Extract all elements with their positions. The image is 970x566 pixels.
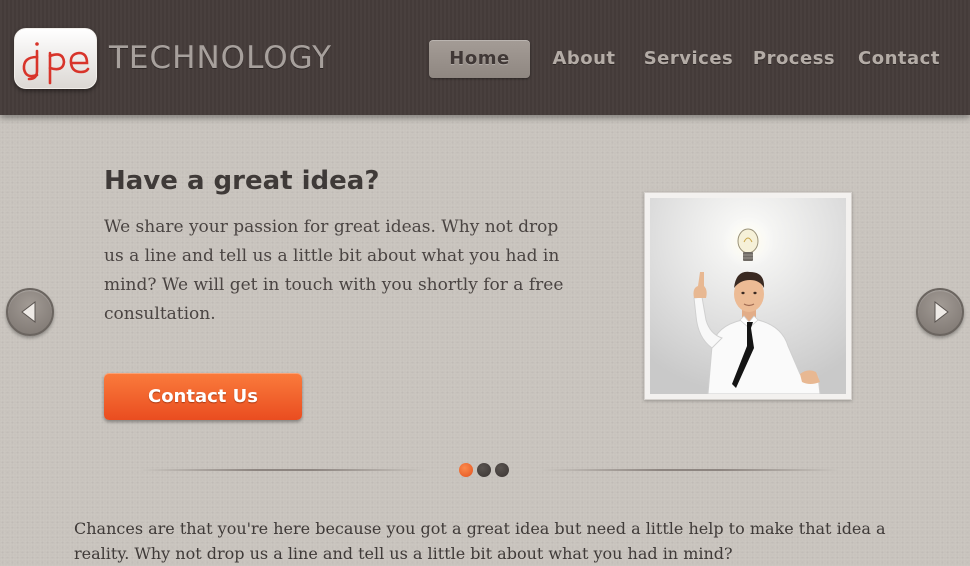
chevron-right-icon xyxy=(934,300,949,324)
slider-dot-3[interactable] xyxy=(495,463,509,477)
nav-item-about[interactable]: About xyxy=(548,40,620,78)
man-with-lightbulb-photo xyxy=(650,198,846,394)
intro-text: Chances are that you're here because you… xyxy=(74,519,886,563)
nav-item-home[interactable]: Home xyxy=(429,40,530,78)
main-nav: Home About Services Process Contact xyxy=(0,40,970,78)
slider-next-button[interactable] xyxy=(916,288,964,336)
nav-item-contact[interactable]: Contact xyxy=(855,40,943,78)
nav-item-services[interactable]: Services xyxy=(641,40,736,78)
divider-right xyxy=(540,469,840,471)
slide-body: We share your passion for great ideas. W… xyxy=(104,217,564,324)
slider-dot-1[interactable] xyxy=(459,463,473,477)
contact-us-button[interactable]: Contact Us xyxy=(104,373,302,420)
slider-prev-button[interactable] xyxy=(6,288,54,336)
nav-item-process[interactable]: Process xyxy=(750,40,838,78)
chevron-left-icon xyxy=(21,300,36,324)
divider-left xyxy=(140,469,428,471)
site-header: TECHNOLOGY Home About Services Process C… xyxy=(0,0,970,115)
slide-image xyxy=(644,192,852,400)
slider-dot-2[interactable] xyxy=(477,463,491,477)
slide-title: Have a great idea? xyxy=(104,166,380,196)
